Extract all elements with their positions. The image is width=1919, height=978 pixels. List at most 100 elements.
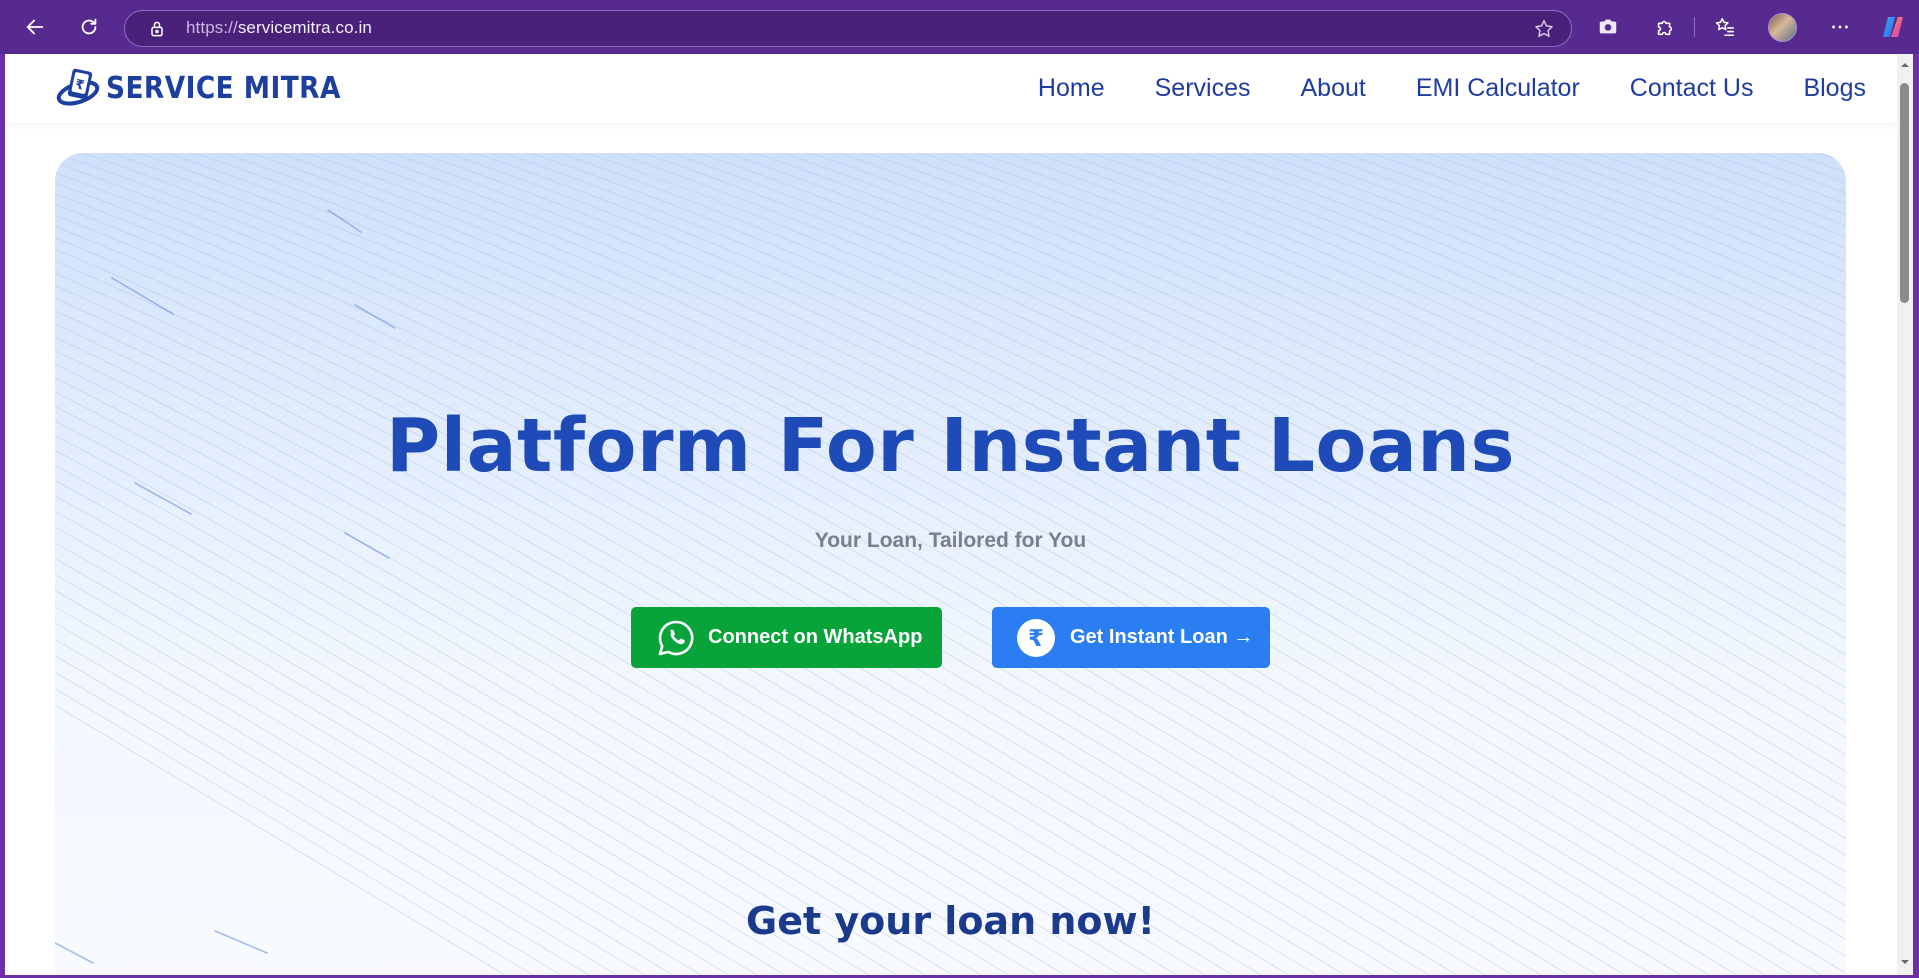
- background-wave-line: [530, 153, 1846, 823]
- background-wave-line: [950, 153, 1846, 575]
- nav-blogs[interactable]: Blogs: [1803, 74, 1866, 103]
- nav-services[interactable]: Services: [1155, 74, 1251, 103]
- background-wave-line: [55, 193, 1514, 975]
- lock-icon[interactable]: [147, 19, 167, 39]
- background-wave-line: [278, 153, 1846, 974]
- hero-background-pattern: [55, 153, 1846, 975]
- background-wave-line: [55, 336, 1178, 975]
- background-wave-line: [55, 260, 1346, 975]
- loan-button-label: Get Instant Loan →: [1070, 626, 1254, 648]
- whatsapp-button-label: Connect on WhatsApp: [708, 626, 923, 648]
- background-wave-line: [55, 248, 1374, 975]
- browser-toolbar: https://servicemitra.co.in: [0, 0, 1919, 54]
- scroll-thumb[interactable]: [1900, 83, 1909, 303]
- background-wave-line: [1510, 153, 1846, 286]
- nav-about[interactable]: About: [1300, 74, 1365, 103]
- nav-contact-us[interactable]: Contact Us: [1630, 74, 1754, 103]
- url-protocol: https://: [186, 18, 238, 37]
- background-wave-line: [698, 153, 1846, 722]
- background-wave-line: [55, 526, 814, 975]
- background-wave-line: [1006, 153, 1846, 543]
- background-wave-line: [55, 449, 954, 975]
- background-wave-line: [55, 297, 1262, 975]
- get-loan-heading: Get your loan now!: [746, 899, 1155, 943]
- more-icon[interactable]: [1828, 15, 1852, 39]
- nav-emi-calculator[interactable]: EMI Calculator: [1416, 74, 1580, 103]
- background-wave-line: [1762, 153, 1846, 184]
- puzzle-icon[interactable]: [1653, 15, 1677, 39]
- background-wave-line: [922, 153, 1846, 591]
- connect-whatsapp-button[interactable]: Connect on WhatsApp: [631, 607, 942, 668]
- background-wave-line: [55, 480, 898, 975]
- url-text[interactable]: https://servicemitra.co.in: [186, 18, 372, 38]
- background-wave-line: [642, 153, 1846, 756]
- background-wave-line: [55, 688, 534, 975]
- background-wave-line: [55, 542, 786, 975]
- nav-home[interactable]: Home: [1038, 74, 1105, 103]
- background-wave-line: [1678, 153, 1846, 216]
- rupee-icon: ₹: [1017, 618, 1055, 657]
- background-wave-line: [55, 272, 1318, 975]
- address-bar[interactable]: https://servicemitra.co.in: [124, 10, 1572, 47]
- scroll-down-icon[interactable]: [1900, 957, 1910, 967]
- page-viewport: ₹ SERVICE MITRA Home Services About EMI …: [5, 54, 1913, 975]
- scroll-up-icon[interactable]: [1900, 60, 1910, 70]
- background-wave-line: [110, 153, 1682, 975]
- site-header: ₹ SERVICE MITRA Home Services About EMI …: [5, 54, 1897, 123]
- background-wave-line: [1790, 153, 1846, 173]
- background-wave-line: [194, 153, 1766, 975]
- background-wave-line: [446, 153, 1846, 873]
- background-wave-line: [726, 153, 1846, 706]
- background-wave-line: [55, 285, 1290, 975]
- profile-avatar[interactable]: [1768, 13, 1797, 42]
- get-instant-loan-button[interactable]: ₹ Get Instant Loan →: [992, 607, 1270, 668]
- page-scrollbar[interactable]: [1897, 54, 1913, 975]
- background-wave-line: [55, 153, 1626, 975]
- background-wave-line: [1482, 153, 1846, 298]
- background-wave-line: [1566, 153, 1846, 261]
- background-wave-line: [55, 391, 1066, 975]
- background-wave-line: [670, 153, 1846, 739]
- background-wave-line: [754, 153, 1846, 689]
- copilot-icon[interactable]: [1879, 13, 1907, 41]
- refresh-icon[interactable]: [74, 12, 104, 42]
- background-wave-line: [55, 182, 1542, 975]
- toolbar-divider: [1694, 17, 1695, 37]
- hero-subtitle: Your Loan, Tailored for You: [814, 529, 1087, 552]
- background-wave-line: [55, 638, 618, 975]
- background-wave-line: [222, 153, 1794, 975]
- background-wave-line: [1174, 153, 1846, 451]
- background-wave-line: [558, 153, 1846, 806]
- background-wave-line: [55, 162, 1598, 975]
- background-wave-line: [55, 558, 758, 975]
- background-wave-line: [55, 350, 1150, 975]
- camera-icon[interactable]: [1596, 15, 1620, 39]
- background-wave-line: [55, 590, 702, 975]
- background-wave-line: [55, 214, 1458, 975]
- back-arrow-icon[interactable]: [20, 12, 50, 42]
- background-wave-line: [1314, 153, 1846, 378]
- background-wave-line: [810, 153, 1846, 656]
- logo-text: SERVICE MITRA: [106, 70, 341, 106]
- background-wave-line: [138, 153, 1710, 975]
- url-host: servicemitra.co.in: [237, 18, 372, 37]
- background-wave-line: [55, 655, 590, 975]
- background-wave-line: [166, 153, 1738, 975]
- star-icon[interactable]: [1533, 18, 1555, 40]
- background-wave-line: [82, 153, 1654, 975]
- background-wave-line: [55, 704, 506, 975]
- background-wave-line: [1622, 153, 1846, 238]
- logo-mark-icon: ₹: [56, 68, 100, 106]
- hero-title: Platform For Instant Loans: [386, 403, 1515, 489]
- whatsapp-icon: [658, 620, 694, 655]
- background-wave-line: [250, 153, 1822, 975]
- background-wave-line: [1118, 153, 1846, 481]
- background-wave-line: [55, 310, 1234, 975]
- background-wave-line: [55, 510, 842, 975]
- background-wave-line: [1818, 153, 1846, 163]
- favorites-list-icon[interactable]: [1713, 15, 1737, 39]
- background-wave-line: [1734, 153, 1846, 194]
- site-logo[interactable]: ₹ SERVICE MITRA: [56, 66, 373, 110]
- background-wave-line: [1090, 153, 1846, 496]
- background-wave-line: [1454, 153, 1846, 311]
